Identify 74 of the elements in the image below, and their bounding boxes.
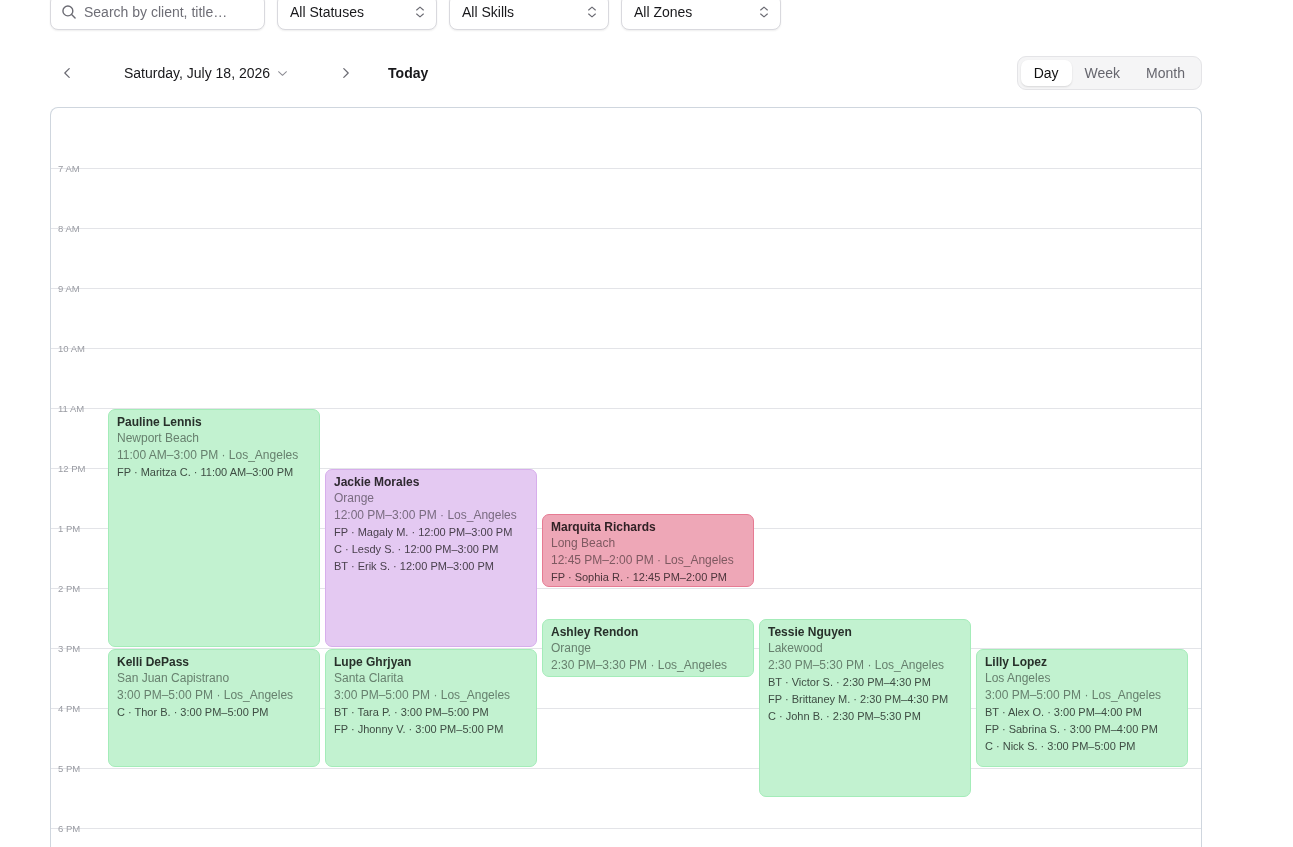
hour-label: 11 AM	[58, 403, 85, 414]
assignment-line: FP · Magaly M. · 12:00 PM–3:00 PM	[334, 525, 514, 540]
event-location: Los Angeles	[985, 670, 1052, 687]
up-down-chevron-icon	[760, 6, 768, 18]
client-name: Pauline Lennis	[117, 414, 203, 430]
event-time: 12:45 PM–2:00 PM · Los_Angeles	[551, 552, 735, 569]
event-location: Santa Clarita	[334, 670, 405, 687]
assignment-line: FP · Sabrina S. · 3:00 PM–4:00 PM	[985, 722, 1159, 737]
hour-label: 8 AM	[58, 223, 80, 234]
event-location: San Juan Capistrano	[117, 670, 231, 687]
event-time: 3:00 PM–5:00 PM · Los_Angeles	[985, 687, 1163, 704]
date-picker-button[interactable]: Saturday, July 18, 2026	[112, 56, 300, 90]
chevron-left-icon	[64, 68, 70, 78]
assignment-line: FP · Sophia R. · 12:45 PM–2:00 PM	[551, 570, 728, 585]
hour-label: 2 PM	[58, 583, 81, 594]
chevron-down-icon	[278, 70, 288, 76]
search-icon	[62, 5, 76, 19]
assignment-line: BT · Victor S. · 2:30 PM–4:30 PM	[768, 675, 932, 690]
hour-label: 7 AM	[58, 163, 80, 174]
assignment-line: C · Lesdy S. · 12:00 PM–3:00 PM	[334, 542, 500, 557]
hour-label: 1 PM	[58, 523, 81, 534]
client-name: Ashley Rendon	[551, 624, 640, 640]
today-button[interactable]: Today	[374, 56, 443, 90]
assignment-line: BT · Tara P. · 3:00 PM–5:00 PM	[334, 705, 490, 720]
assignment-line: FP · Jhonny V. · 3:00 PM–5:00 PM	[334, 722, 505, 737]
view-tab[interactable]: Month	[1133, 60, 1198, 86]
event-time: 2:30 PM–3:30 PM · Los_Angeles	[551, 657, 729, 674]
hour-label: 3 PM	[58, 643, 81, 654]
hour-label: 5 PM	[58, 763, 81, 774]
client-name: Marquita Richards	[551, 519, 657, 535]
filter-select[interactable]: All Zones	[621, 0, 781, 30]
event-card[interactable]: Tessie Nguyen Lakewood 2:30 PM–5:30 PM · Los_Angeles BT · Victor S. · 2:30 PM–4:30 PM FP · Brittaney M. · 2:30 PM–4:30 PM C · John B. · 2:30 PM–5:30 PM	[759, 619, 971, 797]
filter-select[interactable]: All Statuses	[277, 0, 437, 30]
assignment-line: C · Nick S. · 3:00 PM–5:00 PM	[985, 739, 1137, 754]
assignment-line: FP · Brittaney M. · 2:30 PM–4:30 PM	[768, 692, 950, 707]
event-location: Long Beach	[551, 535, 617, 552]
event-card[interactable]: Marquita Richards Long Beach 12:45 PM–2:00 PM · Los_Angeles FP · Sophia R. · 12:45 PM–2:00 PM	[542, 514, 754, 587]
hour-label: 10 AM	[58, 343, 85, 354]
event-card[interactable]: Lilly Lopez Los Angeles 3:00 PM–5:00 PM · Los_Angeles BT · Alex O. · 3:00 PM–4:00 PM FP · Sabrina S. · 3:00 PM–4:00 PM C · Nick S. · 3:00 PM–5:00 PM	[976, 649, 1188, 767]
view-tab[interactable]: Week	[1071, 60, 1134, 86]
view-tab[interactable]: Day	[1020, 60, 1072, 86]
event-location: Orange	[551, 640, 593, 657]
event-card[interactable]: Lupe Ghrjyan Santa Clarita 3:00 PM–5:00 PM · Los_Angeles BT · Tara P. · 3:00 PM–5:00 PM FP · Jhonny V. · 3:00 PM–5:00 PM	[325, 649, 537, 767]
event-time: 3:00 PM–5:00 PM · Los_Angeles	[334, 687, 512, 704]
client-name: Jackie Morales	[334, 474, 421, 490]
event-card[interactable]: Pauline Lennis Newport Beach 11:00 AM–3:00 PM · Los_Angeles FP · Maritza C. · 11:00 AM–3:00 PM	[108, 409, 320, 647]
up-down-chevron-icon	[588, 6, 596, 18]
client-name: Tessie Nguyen	[768, 624, 853, 640]
client-name: Lupe Ghrjyan	[334, 654, 413, 670]
event-time: 12:00 PM–3:00 PM · Los_Angeles	[334, 507, 518, 524]
assignment-line: BT · Erik S. · 12:00 PM–3:00 PM	[334, 559, 495, 574]
filter-select[interactable]: All Skills	[449, 0, 609, 30]
event-card[interactable]: Ashley Rendon Orange 2:30 PM–3:30 PM · Los_Angeles	[542, 619, 754, 677]
event-time: 3:00 PM–5:00 PM · Los_Angeles	[117, 687, 295, 704]
event-location: Newport Beach	[117, 430, 201, 447]
hour-label: 9 AM	[58, 283, 80, 294]
assignment-line: C · Thor B. · 3:00 PM–5:00 PM	[117, 705, 270, 720]
event-location: Orange	[334, 490, 376, 507]
client-name: Kelli DePass	[117, 654, 191, 670]
event-card[interactable]: Jackie Morales Orange 12:00 PM–3:00 PM · Los_Angeles FP · Magaly M. · 12:00 PM–3:00 PM C · Lesdy S. · 12:00 PM–3:00 PM BT · Erik S. · 12:00 PM–3:00 PM	[325, 469, 537, 647]
hour-label: 6 PM	[58, 823, 81, 834]
hour-label: 12 PM	[58, 463, 86, 474]
assignment-line: FP · Maritza C. · 11:00 AM–3:00 PM	[117, 465, 295, 480]
assignment-line: BT · Alex O. · 3:00 PM–4:00 PM	[985, 705, 1143, 720]
event-card[interactable]: Kelli DePass San Juan Capistrano 3:00 PM–5:00 PM · Los_Angeles C · Thor B. · 3:00 PM–5:00 PM	[108, 649, 320, 767]
event-location: Lakewood	[768, 640, 824, 657]
up-down-chevron-icon	[416, 6, 424, 18]
chevron-right-icon	[343, 68, 350, 78]
event-time: 11:00 AM–3:00 PM · Los_Angeles	[117, 447, 300, 464]
event-time: 2:30 PM–5:30 PM · Los_Angeles	[768, 657, 946, 674]
search-field[interactable]: Search by client, title…	[50, 0, 265, 30]
hour-label: 4 PM	[58, 703, 81, 714]
assignment-line: C · John B. · 2:30 PM–5:30 PM	[768, 709, 922, 724]
client-name: Lilly Lopez	[985, 654, 1048, 670]
